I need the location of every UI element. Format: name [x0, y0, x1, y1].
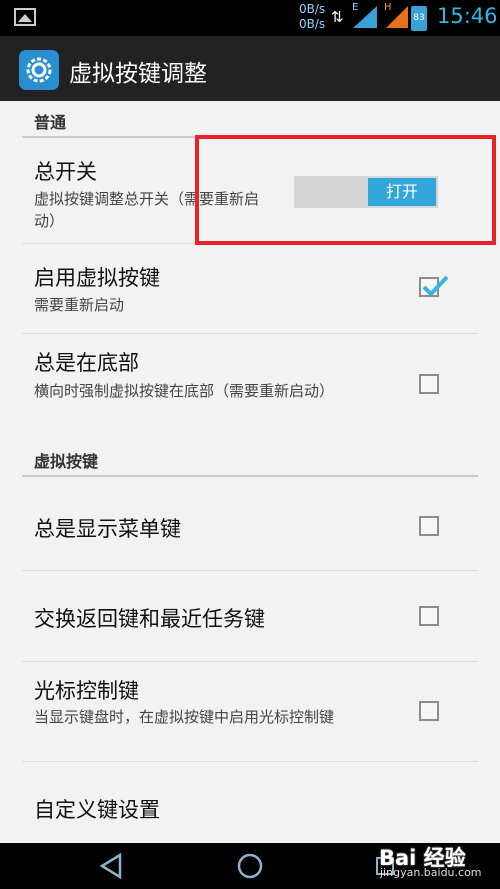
- pref-summary: 需要重新启动: [34, 296, 125, 314]
- category-virtual-keys: 虚拟按键: [34, 452, 99, 471]
- watermark-url: jingyan.baidu.com: [380, 866, 482, 879]
- home-icon[interactable]: [237, 853, 263, 879]
- divider: [22, 570, 478, 571]
- page-title: 虚拟按键调整: [69, 61, 207, 87]
- network-speed: 0B/s 0B/s: [299, 2, 325, 32]
- pref-summary: 横向时强制虚拟按键在底部（需要重新启动）: [34, 382, 335, 400]
- highlight-box: [195, 135, 496, 245]
- gear-icon[interactable]: [19, 50, 59, 90]
- pref-title: 自定义键设置: [34, 798, 160, 822]
- action-bar: 虚拟按键调整: [0, 36, 500, 101]
- divider: [22, 761, 478, 762]
- divider: [22, 661, 478, 662]
- clock: 15:46: [437, 4, 498, 28]
- status-bar: 0B/s 0B/s ⇅ E H 83 15:46: [0, 0, 500, 36]
- category-divider: [22, 475, 478, 477]
- pref-title: 总是在底部: [34, 351, 139, 375]
- pref-title: 启用虚拟按键: [34, 266, 160, 290]
- pref-title: 总开关: [34, 160, 97, 184]
- checkmark-icon: [422, 275, 449, 297]
- always-show-menu-checkbox[interactable]: [419, 516, 439, 536]
- always-bottom-checkbox[interactable]: [419, 374, 439, 394]
- data-transfer-icon: ⇅: [331, 8, 344, 26]
- pref-title: 交换返回键和最近任务键: [34, 607, 265, 631]
- swap-back-recent-checkbox[interactable]: [419, 606, 439, 626]
- image-notification-icon: [14, 8, 36, 26]
- net-up-speed: 0B/s: [299, 2, 326, 16]
- pref-summary: 当显示键盘时，在虚拟按键中启用光标控制键: [34, 708, 335, 726]
- cursor-keys-checkbox[interactable]: [419, 701, 439, 721]
- battery-icon: 83: [411, 6, 427, 31]
- enable-virtual-keys-checkbox[interactable]: [419, 275, 449, 297]
- net-down-speed: 0B/s: [299, 17, 326, 31]
- pref-title: 总是显示菜单键: [34, 517, 181, 541]
- back-icon[interactable]: [100, 853, 122, 879]
- signal-strength-icon: [353, 6, 377, 28]
- signal-strength-icon-2: [386, 6, 408, 28]
- pref-title: 光标控制键: [34, 679, 139, 703]
- category-general: 普通: [34, 113, 67, 132]
- divider: [22, 333, 478, 334]
